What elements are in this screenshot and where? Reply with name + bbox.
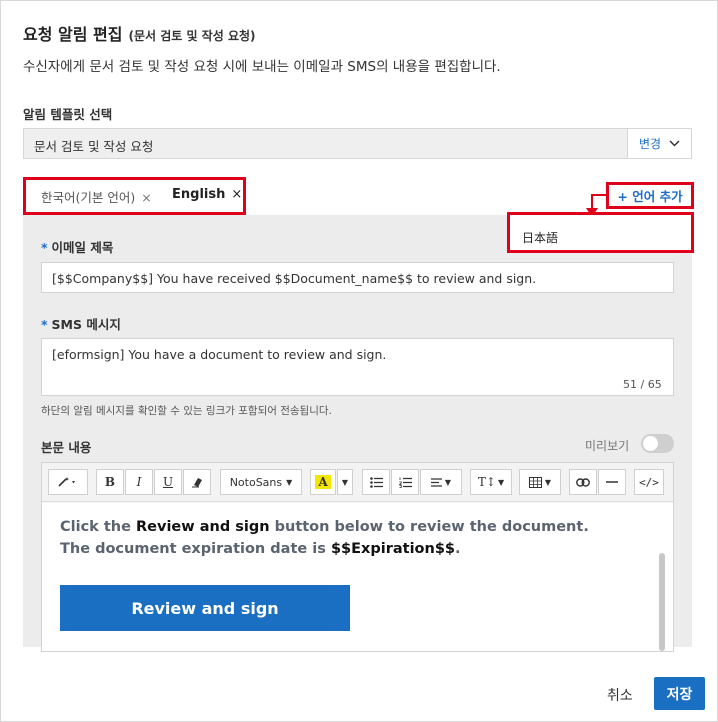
font-color-label: A bbox=[315, 475, 331, 489]
body-text: Click the bbox=[60, 519, 137, 535]
scrollbar-thumb[interactable] bbox=[659, 553, 665, 651]
sms-char-count: 51 / 65 bbox=[623, 378, 662, 391]
sms-hint: 하단의 알림 메시지를 확인할 수 있는 링크가 포함되어 전송됩니다. bbox=[41, 405, 332, 417]
align-left-icon bbox=[430, 477, 442, 487]
editor-content-area[interactable]: Click the Review and sign button below t… bbox=[42, 503, 673, 651]
caret-down-icon: ▼ bbox=[444, 477, 452, 487]
required-mark: * bbox=[41, 317, 48, 332]
numbered-list-icon[interactable] bbox=[391, 469, 419, 495]
sms-message-input[interactable]: [eformsign] You have a document to revie… bbox=[41, 338, 674, 396]
body-content-label: 본문 내용 bbox=[41, 440, 92, 455]
body-text: button below to review the document. bbox=[269, 519, 589, 535]
dialog-subtitle: (문서 검토 및 작성 요청) bbox=[128, 29, 256, 43]
font-color-button[interactable]: A bbox=[310, 469, 336, 495]
edit-notification-dialog: 요청 알림 편집 (문서 검토 및 작성 요청) 수신자에게 문서 검토 및 작성… bbox=[0, 0, 718, 722]
caret-down-icon: ▼ bbox=[286, 477, 293, 487]
magic-wand-icon[interactable] bbox=[48, 469, 88, 495]
code-view-button[interactable]: </> bbox=[634, 469, 664, 495]
eraser-icon[interactable] bbox=[183, 469, 211, 495]
sms-label-text: SMS 메시지 bbox=[51, 317, 121, 332]
bullet-list-icon[interactable] bbox=[362, 469, 390, 495]
add-language-button[interactable]: + 언어 추가 bbox=[606, 182, 694, 209]
font-family-value: NotoSans bbox=[229, 475, 283, 489]
caret-down-icon: ▼ bbox=[544, 477, 552, 487]
template-value: 문서 검토 및 작성 요청 bbox=[34, 139, 154, 154]
template-change-button[interactable]: 변경 bbox=[627, 129, 691, 158]
template-label: 알림 템플릿 선택 bbox=[23, 107, 113, 122]
sms-message-text: [eformsign] You have a document to revie… bbox=[52, 347, 387, 362]
body-line-1: Click the Review and sign button below t… bbox=[60, 519, 589, 535]
text-size-label: T↕ bbox=[477, 475, 496, 489]
tabs-highlight-box bbox=[23, 177, 246, 215]
annotation-arrow bbox=[591, 194, 607, 196]
bold-button[interactable]: B bbox=[96, 469, 124, 495]
save-button[interactable]: 저장 bbox=[654, 677, 705, 710]
caret-down-icon: ▼ bbox=[497, 477, 505, 487]
dialog-title: 요청 알림 편집 (문서 검토 및 작성 요청) bbox=[23, 21, 256, 45]
body-text-bold: Review and sign bbox=[136, 519, 270, 535]
language-dropdown: 日本語 bbox=[507, 212, 694, 253]
language-option-japanese[interactable]: 日本語 bbox=[522, 229, 558, 246]
email-subject-label-text: 이메일 제목 bbox=[51, 240, 114, 255]
underline-button[interactable]: U bbox=[154, 469, 182, 495]
font-family-select[interactable]: NotoSans ▼ bbox=[220, 469, 302, 495]
body-text-bold: $$Expiration$$ bbox=[330, 541, 456, 557]
body-text: The document expiration date is bbox=[60, 541, 331, 557]
horizontal-rule-icon[interactable] bbox=[598, 469, 626, 495]
required-mark: * bbox=[41, 240, 48, 255]
cancel-button[interactable]: 취소 bbox=[607, 685, 633, 705]
table-icon[interactable]: ▼ bbox=[519, 469, 561, 495]
dialog-description: 수신자에게 문서 검토 및 작성 요청 시에 보내는 이메일과 SMS의 내용을… bbox=[23, 59, 501, 75]
preview-label: 미리보기 bbox=[585, 439, 630, 453]
chevron-down-icon bbox=[669, 140, 680, 147]
preview-toggle[interactable] bbox=[641, 434, 674, 453]
text-size-select[interactable]: T↕ ▼ bbox=[470, 469, 512, 495]
align-select[interactable]: ▼ bbox=[420, 469, 462, 495]
italic-button[interactable]: I bbox=[125, 469, 153, 495]
email-subject-input[interactable]: [$$Company$$] You have received $$Docume… bbox=[41, 262, 674, 293]
dialog-title-text: 요청 알림 편집 bbox=[23, 25, 123, 44]
template-select[interactable]: 문서 검토 및 작성 요청 변경 bbox=[23, 128, 692, 159]
editor-scrollbar[interactable] bbox=[659, 553, 667, 651]
sms-label: * SMS 메시지 bbox=[41, 314, 121, 333]
change-label: 변경 bbox=[638, 137, 662, 151]
body-text: . bbox=[455, 541, 461, 557]
toggle-knob bbox=[643, 436, 658, 451]
link-icon[interactable] bbox=[569, 469, 597, 495]
review-and-sign-button[interactable]: Review and sign bbox=[60, 585, 350, 631]
editor-toolbar: B I U NotoSans ▼ A ▼ ▼ T↕ ▼ ▼ </> bbox=[42, 463, 673, 502]
email-subject-label: * 이메일 제목 bbox=[41, 237, 113, 256]
body-line-2: The document expiration date is $$Expira… bbox=[60, 541, 461, 557]
rich-text-editor: B I U NotoSans ▼ A ▼ ▼ T↕ ▼ ▼ </> Click … bbox=[41, 462, 674, 652]
font-color-caret-icon[interactable]: ▼ bbox=[337, 469, 353, 495]
